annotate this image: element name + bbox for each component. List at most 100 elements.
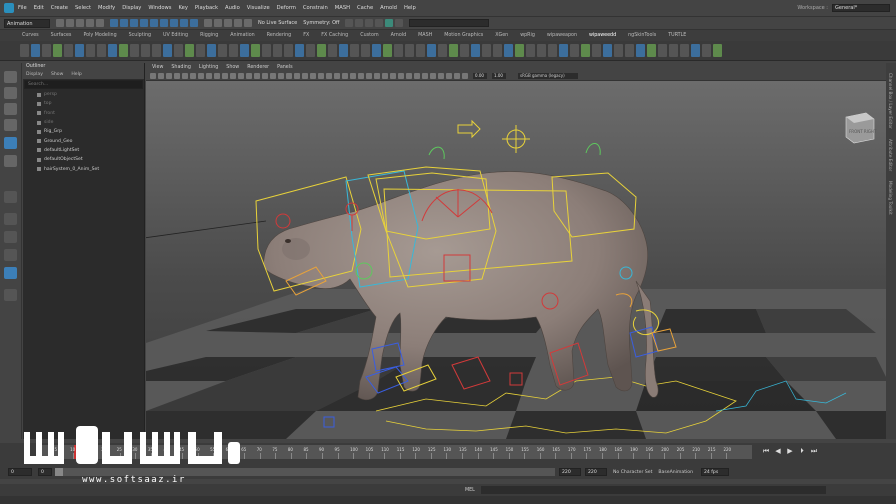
snap-grid-icon[interactable] — [204, 19, 212, 27]
shelf-tool-icon[interactable] — [108, 44, 117, 57]
make-live-icon[interactable] — [244, 19, 252, 27]
scale-tool-icon[interactable] — [4, 155, 17, 167]
undo-icon[interactable] — [86, 19, 94, 27]
shelf-tool-icon[interactable] — [64, 44, 73, 57]
gamma-field[interactable]: 1.00 — [492, 73, 506, 79]
rotate-tool-icon[interactable] — [4, 137, 17, 149]
viewport-tool-icon[interactable] — [334, 73, 340, 79]
outliner-item[interactable]: persp — [23, 90, 144, 99]
outliner-item[interactable]: hairSystem_0_Anim_Set — [23, 164, 144, 173]
outliner-item[interactable]: top — [23, 99, 144, 108]
shelf-tab-poly-modeling[interactable]: Poly Modeling — [83, 33, 116, 38]
shelf-tool-icon[interactable] — [658, 44, 667, 57]
viewport-tool-icon[interactable] — [438, 73, 444, 79]
shelf-tool-icon[interactable] — [218, 44, 227, 57]
shelf-tool-icon[interactable] — [119, 44, 128, 57]
new-scene-icon[interactable] — [56, 19, 64, 27]
viewport-tool-icon[interactable] — [302, 73, 308, 79]
script-language-label[interactable]: MEL — [465, 488, 475, 493]
shelf-tool-icon[interactable] — [482, 44, 491, 57]
outliner-item[interactable]: front — [23, 109, 144, 118]
four-view-icon[interactable] — [4, 213, 17, 225]
fps-dropdown[interactable]: 24 fps — [701, 468, 729, 476]
viewport-tool-icon[interactable] — [454, 73, 460, 79]
outliner-item[interactable]: defaultObjectSet — [23, 155, 144, 164]
shelf-tool-icon[interactable] — [416, 44, 425, 57]
shelf-tool-icon[interactable] — [680, 44, 689, 57]
viewport-tool-icon[interactable] — [414, 73, 420, 79]
viewport-tool-icon[interactable] — [342, 73, 348, 79]
shelf-tool-icon[interactable] — [581, 44, 590, 57]
symmetry-dropdown[interactable]: Symmetry: Off — [303, 20, 339, 26]
shelf-tab-sculpting[interactable]: Sculpting — [129, 33, 151, 38]
viewport-tool-icon[interactable] — [294, 73, 300, 79]
redo-icon[interactable] — [96, 19, 104, 27]
channel-box-tab[interactable]: Channel Box / Layer Editor — [888, 73, 893, 129]
shelf-tool-icon[interactable] — [449, 44, 458, 57]
viewport-tool-icon[interactable] — [198, 73, 204, 79]
viewport-tool-icon[interactable] — [358, 73, 364, 79]
menu-visualize[interactable]: Visualize — [247, 5, 270, 11]
viewport-tool-icon[interactable] — [278, 73, 284, 79]
snap-view-plane-icon[interactable] — [234, 19, 242, 27]
shelf-tool-icon[interactable] — [383, 44, 392, 57]
open-scene-icon[interactable] — [66, 19, 74, 27]
colorspace-dropdown[interactable]: sRGB gamma (legacy) — [518, 73, 578, 79]
viewport-tool-icon[interactable] — [326, 73, 332, 79]
outliner-menu-help[interactable]: Help — [71, 71, 81, 79]
shelf-tool-icon[interactable] — [328, 44, 337, 57]
menu-audio[interactable]: Audio — [225, 5, 240, 11]
shelf-tool-icon[interactable] — [141, 44, 150, 57]
modeling-toolkit-tab[interactable]: Modeling Toolkit — [888, 181, 893, 215]
shelf-tool-icon[interactable] — [229, 44, 238, 57]
shelf-tool-icon[interactable] — [262, 44, 271, 57]
viewport-tool-icon[interactable] — [262, 73, 268, 79]
shelf-tab-fx[interactable]: FX — [303, 33, 309, 38]
viewport-tool-icon[interactable] — [150, 73, 156, 79]
shelf-tool-icon[interactable] — [537, 44, 546, 57]
character-set-dropdown[interactable]: No Character Set — [613, 470, 652, 475]
shelf-tool-icon[interactable] — [636, 44, 645, 57]
shelf-tab-ngskintools[interactable]: ngSkinTools — [628, 33, 656, 38]
go-to-start-icon[interactable]: ⏮ — [762, 447, 770, 455]
shelf-tab-wipaweapon[interactable]: wipaweapon — [547, 33, 577, 38]
shelf-tool-icon[interactable] — [493, 44, 502, 57]
end-time-field[interactable]: 220 — [585, 468, 607, 476]
ipr-render-icon[interactable] — [365, 19, 374, 27]
shelf-tool-icon[interactable] — [427, 44, 436, 57]
zoom-icon[interactable] — [4, 289, 17, 301]
shelf-tool-icon[interactable] — [504, 44, 513, 57]
viewport-tool-icon[interactable] — [286, 73, 292, 79]
anim-layer-dropdown[interactable]: BaseAnimation — [658, 470, 693, 475]
outliner-menu-show[interactable]: Show — [51, 71, 63, 79]
menu-help[interactable]: Help — [404, 5, 416, 11]
shelf-tool-icon[interactable] — [460, 44, 469, 57]
render-frame-icon[interactable] — [355, 19, 364, 27]
menu-modify[interactable]: Modify — [98, 5, 115, 11]
menu-key[interactable]: Key — [178, 5, 187, 11]
shelf-tab-wprig[interactable]: wpRig — [520, 33, 535, 38]
viewport-tool-icon[interactable] — [446, 73, 452, 79]
viewport-tool-icon[interactable] — [270, 73, 276, 79]
shelf-tab-surfaces[interactable]: Surfaces — [51, 33, 72, 38]
menu-edit[interactable]: Edit — [34, 5, 44, 11]
menu-deform[interactable]: Deform — [277, 5, 296, 11]
go-to-end-icon[interactable]: ⏭ — [810, 447, 818, 455]
shelf-tool-icon[interactable] — [207, 44, 216, 57]
shelf-tool-icon[interactable] — [394, 44, 403, 57]
mask-joints-icon[interactable] — [140, 19, 148, 27]
menu-create[interactable]: Create — [51, 5, 68, 11]
viewport-menu-renderer[interactable]: Renderer — [247, 63, 269, 72]
shelf-tab-xgen[interactable]: XGen — [495, 33, 508, 38]
shelf-tool-icon[interactable] — [691, 44, 700, 57]
shelf-tab-wipaweedd[interactable]: wipaweedd — [589, 33, 616, 38]
render-settings-icon[interactable] — [375, 19, 384, 27]
viewport-tool-icon[interactable] — [350, 73, 356, 79]
shelf-tab-uv-editing[interactable]: UV Editing — [163, 33, 188, 38]
shelf-tool-icon[interactable] — [614, 44, 623, 57]
shelf-tool-icon[interactable] — [548, 44, 557, 57]
single-view-icon[interactable] — [4, 191, 17, 203]
viewport-tool-icon[interactable] — [182, 73, 188, 79]
outliner-item[interactable]: defaultLightSet — [23, 146, 144, 155]
select-object-icon[interactable] — [120, 19, 128, 27]
